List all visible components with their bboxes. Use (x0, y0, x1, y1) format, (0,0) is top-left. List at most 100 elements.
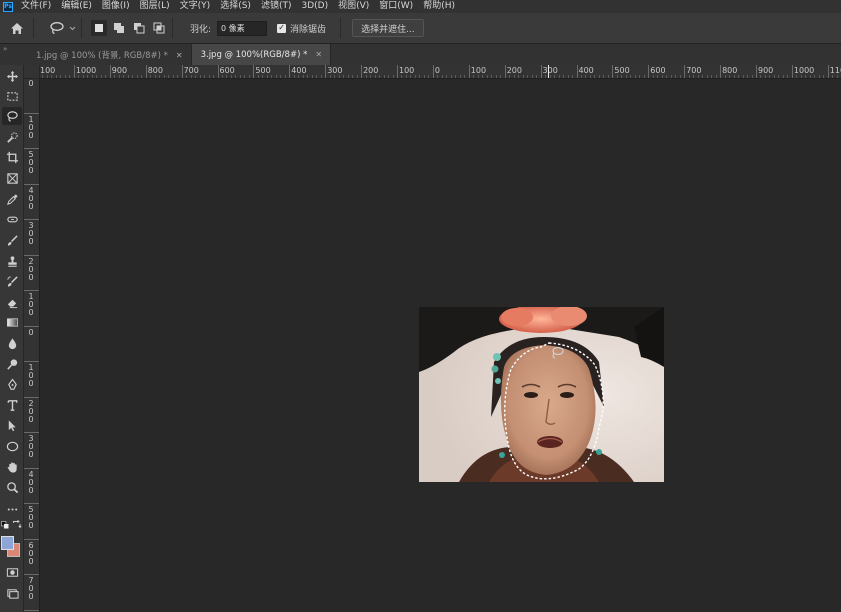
quick-mask-button[interactable] (2, 563, 22, 581)
tool-preset-picker[interactable] (49, 21, 76, 35)
menu-bar: Ps 文件(F) 编辑(E) 图像(I) 图层(L) 文字(Y) 选择(S) 滤… (0, 0, 841, 13)
vertical-ruler[interactable]: 0100500400300200100010020030040050060070… (24, 79, 40, 612)
select-and-mask-button[interactable]: 选择并遮住... (352, 19, 424, 37)
ruler-minor-tick (616, 75, 618, 78)
ruler-tick (648, 65, 650, 78)
feather-input[interactable] (217, 20, 268, 36)
right-eye (560, 392, 574, 398)
ruler-minor-tick (769, 75, 771, 78)
ruler-label: 6 (28, 540, 34, 550)
ruler-minor-tick (82, 75, 84, 78)
ruler-minor-tick (589, 75, 591, 78)
ruler-minor-tick (607, 75, 609, 78)
quick-select-tool[interactable] (2, 128, 22, 146)
ruler-minor-tick (455, 75, 457, 78)
ruler-minor-tick (661, 75, 663, 78)
ruler-label: 0 (28, 193, 34, 203)
tab-3jpg[interactable]: 3.jpg @ 100%(RGB/8#) * ✕ (191, 44, 332, 65)
horizontal-ruler[interactable]: 100 1000 900 800 700 600 500 400 300 200 100 0 100 20… (40, 65, 841, 79)
ruler-minor-tick (513, 75, 515, 78)
menu-file[interactable]: 文件(F) (21, 0, 51, 13)
ruler-minor-tick (630, 75, 632, 78)
ruler-label: 0 (28, 379, 34, 388)
path-select-tool[interactable] (2, 416, 22, 434)
more-tools-button[interactable] (2, 500, 22, 518)
ruler-label: 0 (28, 450, 34, 459)
menu-filter[interactable]: 滤镜(T) (261, 0, 292, 13)
separator (172, 18, 173, 38)
blur-tool[interactable] (2, 334, 22, 352)
ruler-minor-tick (486, 75, 488, 78)
menu-edit[interactable]: 编辑(E) (61, 0, 92, 13)
close-icon[interactable]: ✕ (176, 51, 183, 60)
frame-tool[interactable] (2, 169, 22, 187)
ruler-minor-tick (69, 75, 71, 78)
flower-ornament (501, 308, 533, 326)
menu-3d[interactable]: 3D(D) (301, 0, 328, 13)
ruler-minor-tick (78, 75, 80, 78)
add-selection-button[interactable] (111, 20, 127, 36)
crop-tool[interactable] (2, 148, 22, 166)
intersect-selection-button[interactable] (151, 20, 167, 36)
foreground-color-swatch[interactable] (1, 536, 14, 550)
hand-tool[interactable] (2, 458, 22, 476)
healing-tool[interactable] (2, 210, 22, 228)
history-brush-tool[interactable] (2, 272, 22, 290)
screen-mode-button[interactable] (2, 584, 22, 602)
stamp-tool[interactable] (2, 252, 22, 270)
ruler-label: 0 (28, 521, 34, 530)
canvas-area[interactable] (40, 80, 841, 612)
ruler-tick (24, 467, 39, 469)
type-tool[interactable] (2, 396, 22, 414)
move-tool[interactable] (2, 67, 22, 85)
ruler-cursor-marker (548, 65, 549, 78)
new-selection-button[interactable] (91, 20, 107, 36)
toolbar-collapse-button[interactable]: » (0, 44, 27, 65)
ruler-tick (73, 65, 75, 78)
ruler-label: 700 (183, 66, 199, 75)
home-icon (11, 22, 23, 34)
brush-tool[interactable] (2, 231, 22, 249)
menu-view[interactable]: 视图(V) (338, 0, 369, 13)
ellipse-tool[interactable] (2, 437, 22, 455)
close-icon[interactable]: ✕ (315, 50, 322, 59)
document-image[interactable] (419, 307, 664, 482)
lasso-tool[interactable] (2, 107, 22, 125)
menu-type[interactable]: 文字(Y) (180, 0, 211, 13)
gradient-tool[interactable] (2, 313, 22, 331)
default-colors-button[interactable] (1, 521, 9, 529)
marquee-tool[interactable] (2, 87, 22, 105)
dodge-tool[interactable] (2, 355, 22, 373)
menu-window[interactable]: 窗口(W) (379, 0, 413, 13)
home-button[interactable] (6, 17, 28, 39)
ruler-minor-tick (639, 75, 641, 78)
menu-help[interactable]: 帮助(H) (423, 0, 455, 13)
menu-layer[interactable]: 图层(L) (140, 0, 170, 13)
ruler-minor-tick (446, 75, 448, 78)
ruler-minor-tick (738, 75, 740, 78)
ruler-minor-tick (751, 75, 753, 78)
ruler-minor-tick (127, 75, 129, 78)
ruler-minor-tick (702, 75, 704, 78)
pen-tool[interactable] (2, 375, 22, 393)
tab-1jpg[interactable]: 1.jpg @ 100% (背景, RGB/8#) * ✕ (27, 45, 192, 65)
subtract-selection-button[interactable] (131, 20, 147, 36)
menu-select[interactable]: 选择(S) (220, 0, 251, 13)
chevron-down-icon (69, 26, 76, 30)
ruler-minor-tick (266, 75, 268, 78)
ruler-minor-tick (643, 75, 645, 78)
screen-mode-icon (6, 588, 19, 599)
swap-colors-button[interactable] (12, 519, 22, 529)
ruler-minor-tick (91, 75, 93, 78)
zoom-tool[interactable] (2, 478, 22, 496)
antialias-checkbox[interactable]: ✓ (277, 23, 287, 33)
ruler-tick (109, 65, 111, 78)
ruler-label: 0 (28, 272, 34, 282)
menu-image[interactable]: 图像(I) (102, 0, 130, 13)
ruler-minor-tick (284, 75, 286, 78)
ruler-minor-tick (477, 75, 479, 78)
eraser-tool[interactable] (2, 293, 22, 311)
ruler-origin[interactable] (24, 65, 40, 79)
eyedropper-tool[interactable] (2, 190, 22, 208)
ruler-minor-tick (715, 75, 717, 78)
